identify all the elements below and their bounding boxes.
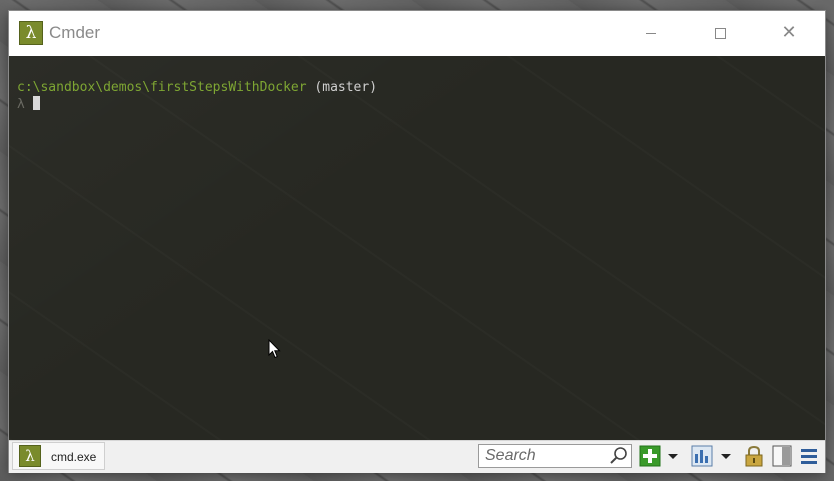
search-icon[interactable]: [609, 446, 629, 466]
maximize-icon: [714, 28, 726, 39]
add-console-icon[interactable]: [639, 445, 661, 467]
search-input[interactable]: [479, 445, 617, 467]
window-title: Cmder: [49, 23, 101, 42]
minimize-icon: [646, 33, 656, 34]
add-dropdown-arrow-icon[interactable]: [666, 445, 680, 467]
console-tab[interactable]: λ cmd.exe: [12, 442, 105, 470]
view-dropdown-arrow-icon[interactable]: [719, 445, 733, 467]
mouse-pointer-icon: [268, 339, 281, 359]
input-line[interactable]: λ: [17, 96, 40, 113]
prompt-path-line: c:\sandbox\demos\firstStepsWithDocker (m…: [17, 80, 377, 96]
close-button[interactable]: ✕: [766, 11, 812, 55]
split-panel-icon[interactable]: [771, 445, 793, 467]
status-bar: λ cmd.exe: [9, 440, 825, 473]
close-icon: ✕: [781, 22, 797, 43]
git-branch: (master): [306, 80, 378, 95]
search-box[interactable]: [478, 444, 632, 468]
title-bar[interactable]: λ Cmder ✕: [9, 11, 825, 56]
tab-logo-icon: λ: [19, 445, 41, 467]
view-switch-icon[interactable]: [691, 445, 713, 467]
console-area[interactable]: c:\sandbox\demos\firstStepsWithDocker (m…: [9, 56, 825, 440]
text-cursor: [32, 96, 40, 110]
hamburger-menu-icon[interactable]: [798, 445, 820, 467]
minimize-button[interactable]: [628, 11, 674, 55]
maximize-button[interactable]: [697, 11, 743, 55]
prompt-symbol: λ: [17, 97, 25, 112]
current-path: c:\sandbox\demos\firstStepsWithDocker: [17, 80, 307, 95]
lock-icon[interactable]: [743, 445, 765, 467]
cmder-window: λ Cmder ✕ c:\sandbox\demos\firstStepsWit…: [9, 11, 825, 473]
tab-label: cmd.exe: [51, 450, 97, 464]
app-logo-icon[interactable]: λ: [19, 21, 43, 45]
